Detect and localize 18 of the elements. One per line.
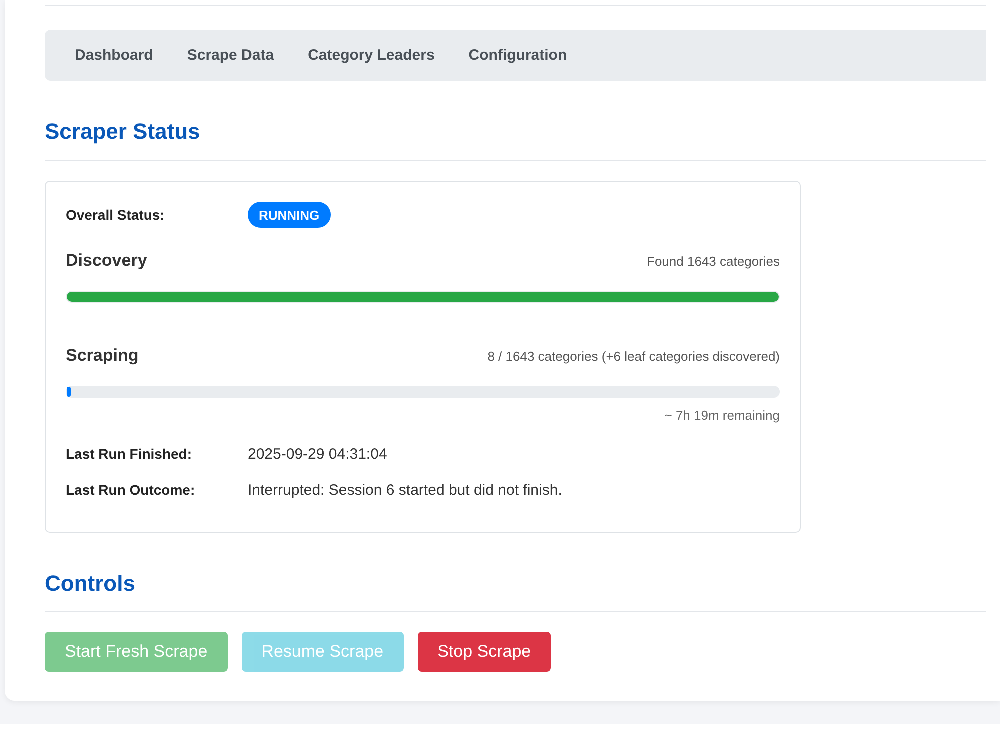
detail-label: Last Run Outcome: <box>66 482 196 498</box>
section-title: Controls <box>45 571 136 597</box>
detail-value: 2025-09-29 04:31:04 <box>248 446 388 462</box>
nav-link[interactable]: Category Leaders <box>308 47 435 64</box>
remaining-time: ~ 7h 19m remaining <box>664 408 780 424</box>
nav-link[interactable]: Dashboard <box>75 47 154 64</box>
progress-detail: Found 1643 categories <box>647 254 780 268</box>
nav-link[interactable]: Scrape Data <box>187 47 274 64</box>
detail-value: Interrupted: Session 6 started but did not finish. <box>248 482 562 498</box>
section-title: Scraper Status <box>45 119 200 145</box>
action-button[interactable]: Stop Scrape <box>418 632 552 672</box>
progress-label: Discovery <box>66 251 148 271</box>
progress-detail: 8 / 1643 categories (+6 leaf categories discovered) <box>488 348 780 364</box>
progress-label: Scraping <box>66 346 139 366</box>
status-label: Overall Status: <box>66 207 166 223</box>
detail-label: Last Run Finished: <box>66 446 193 462</box>
nav-link[interactable]: Configuration <box>468 47 568 64</box>
status-badge: RUNNING <box>248 202 331 228</box>
